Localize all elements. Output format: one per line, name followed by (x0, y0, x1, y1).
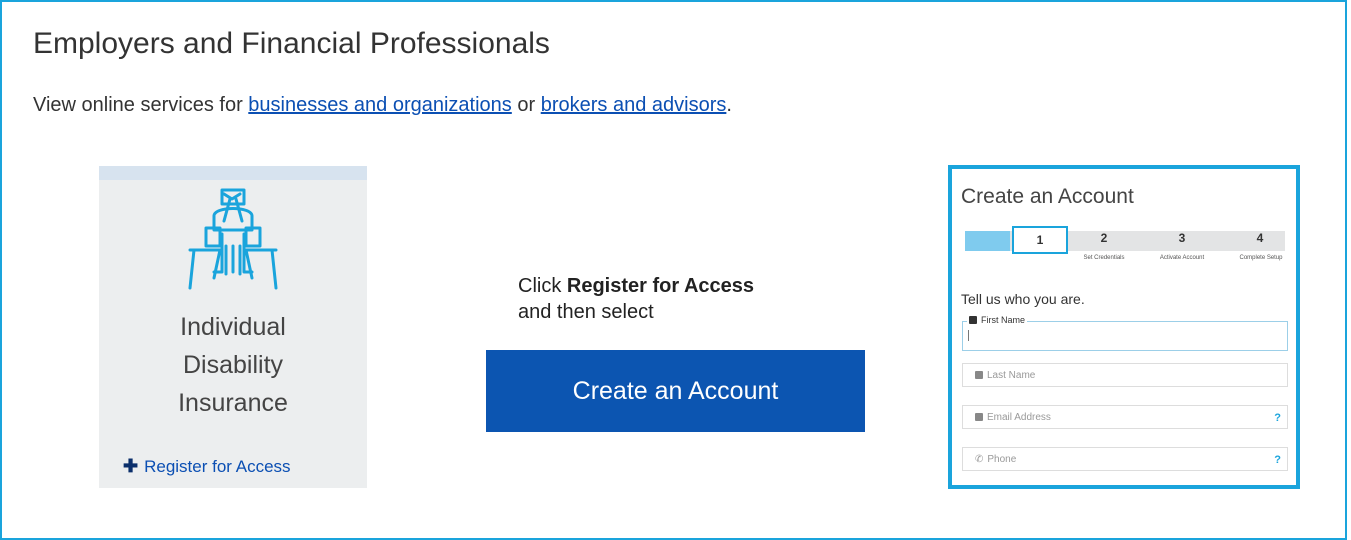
last-name-field[interactable]: Last Name (962, 363, 1288, 387)
person-icon (969, 316, 977, 324)
email-text: Email Address (987, 412, 1051, 423)
form-title: Create an Account (961, 185, 1134, 208)
step-3: 3 (1178, 231, 1186, 245)
phone-text: Phone (987, 454, 1017, 465)
tile-top-strip (99, 166, 367, 180)
step-4-label: Complete Setup (1239, 255, 1283, 261)
phone-field[interactable]: ✆ Phone ? (962, 447, 1288, 471)
businesses-link[interactable]: businesses and organizations (248, 94, 512, 116)
intro-suffix: . (726, 94, 732, 116)
step-progress: 1 2 3 4 Set Credentials Activate Account… (965, 226, 1285, 261)
step-4: 4 (1256, 231, 1264, 245)
step-2: 2 (1100, 231, 1108, 245)
intro-text: View online services for businesses and … (33, 94, 732, 117)
step-1: 1 (1012, 226, 1068, 254)
phone-help-icon[interactable]: ? (1274, 454, 1281, 466)
step-2-label: Set Credentials (1083, 255, 1125, 261)
intro-middle: or (511, 94, 541, 116)
instruction-bold: Register for Access (566, 275, 755, 297)
last-name-label: Last Name (975, 370, 1035, 381)
first-name-text: First Name (981, 315, 1026, 325)
phone-icon: ✆ (975, 454, 984, 465)
create-account-form-preview: Create an Account 1 2 3 4 Set Credential… (948, 165, 1300, 489)
register-label: Register for Access (144, 457, 291, 476)
instruction-prefix: Click (518, 275, 567, 297)
email-field[interactable]: Email Address ? (962, 405, 1288, 429)
step-3-label: Activate Account (1159, 255, 1205, 261)
email-label: Email Address (975, 412, 1051, 423)
product-name-line1: Individual (180, 313, 286, 341)
product-name-line2: Disability (182, 351, 284, 379)
first-name-field[interactable]: First Name (962, 315, 1288, 351)
last-name-text: Last Name (987, 370, 1036, 381)
person-in-chair-icon (184, 186, 282, 297)
register-for-access-link[interactable]: ✚ Register for Access (123, 456, 291, 477)
envelope-icon (975, 413, 983, 421)
first-name-label: First Name (967, 315, 1028, 325)
product-name: Individual Disability Insurance (99, 308, 367, 422)
plus-icon: ✚ (123, 456, 139, 476)
product-name-line3: Insurance (178, 389, 288, 417)
text-cursor (968, 330, 969, 341)
create-account-button[interactable]: Create an Account (486, 350, 865, 432)
email-help-icon[interactable]: ? (1274, 412, 1281, 424)
page-title: Employers and Financial Professionals (33, 27, 550, 60)
step-progress-fill (965, 231, 1010, 251)
instruction-text: Click Register for Access and then selec… (518, 273, 754, 325)
instruction-line2: and then select (518, 301, 654, 323)
intro-prefix: View online services for (33, 94, 249, 116)
idi-product-tile: Individual Disability Insurance ✚ Registe… (99, 166, 367, 488)
brokers-link[interactable]: brokers and advisors (541, 94, 727, 116)
form-prompt: Tell us who you are. (961, 291, 1085, 307)
person-icon (975, 371, 983, 379)
phone-label: ✆ Phone (975, 454, 1016, 465)
